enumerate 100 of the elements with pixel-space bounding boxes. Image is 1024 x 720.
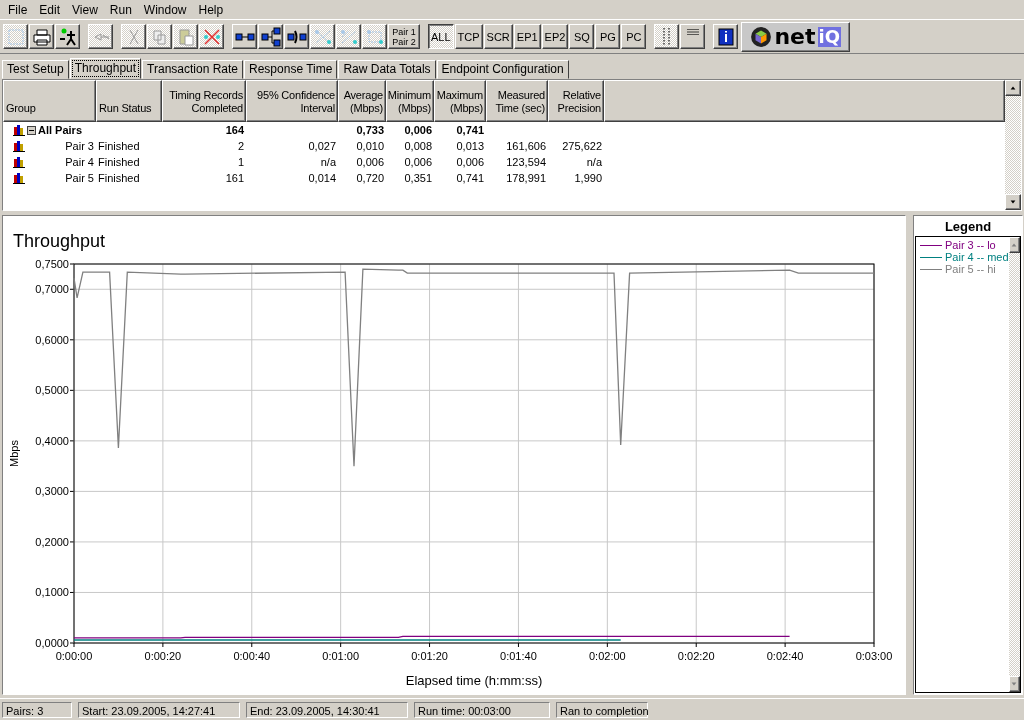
table-cell: 0,741 <box>456 172 484 184</box>
y-axis-title: Mbps <box>8 440 20 467</box>
table-cell: 275,622 <box>562 140 602 152</box>
table-cell: 178,991 <box>506 172 546 184</box>
x-tick-label: 0:01:00 <box>322 650 359 662</box>
tab[interactable]: Raw Data Totals <box>338 60 436 79</box>
print-button[interactable] <box>29 24 54 49</box>
filter-button[interactable]: TCP <box>454 24 483 49</box>
tab[interactable]: Response Time <box>244 60 338 79</box>
arrow-icon <box>1010 680 1019 688</box>
y-tick-label: 0,6000 <box>35 333 69 346</box>
tree-icon <box>260 26 281 47</box>
bar-chart-icon <box>13 172 25 184</box>
table-cell: 2 <box>237 140 244 152</box>
group-name: All Pairs <box>38 124 83 136</box>
table-cell: 161 <box>225 172 244 184</box>
status-pane: Ran to completion <box>556 701 648 718</box>
y-tick-label: 0,0000 <box>35 637 69 649</box>
tab[interactable]: Test Setup <box>2 60 69 79</box>
pair-name: Pair 4 <box>65 156 94 168</box>
table-cell: 0,013 <box>456 140 484 152</box>
connection-button[interactable] <box>284 24 309 49</box>
x-tick-label: 0:02:00 <box>589 650 626 662</box>
table-cell: 0,008 <box>404 140 432 152</box>
bar-chart-icon <box>13 124 25 136</box>
table-cell: n/a <box>320 156 336 168</box>
column-header[interactable]: Measured Time (sec) <box>486 80 548 122</box>
table-cell: 0,006 <box>456 156 484 168</box>
expand-toggle[interactable] <box>27 125 36 135</box>
bar-chart-icon <box>13 156 25 168</box>
menu-item[interactable]: Window <box>137 2 193 17</box>
table-cell: 0,010 <box>356 140 384 152</box>
table-cell: 1 <box>237 156 244 168</box>
cube-icon <box>750 25 773 48</box>
table-cell: 0,014 <box>308 172 336 184</box>
menu-item[interactable]: Help <box>192 2 230 17</box>
x-tick-label: 0:02:40 <box>766 650 804 662</box>
y-tick-label: 0,3000 <box>35 485 69 498</box>
column-header[interactable]: Maximum (Mbps) <box>434 80 486 122</box>
x-axis-title: Elapsed time (h:mm:ss) <box>405 673 543 688</box>
table-cell: 0,027 <box>308 140 336 152</box>
status-pane: Pairs: 3 <box>2 701 72 718</box>
runner-button[interactable] <box>55 24 80 49</box>
table-cell: 123,594 <box>506 156 546 168</box>
tab[interactable]: Endpoint Configuration <box>436 60 569 79</box>
pair-link-button[interactable] <box>232 24 257 49</box>
y-tick-label: 0,1000 <box>35 586 69 599</box>
bar-chart-icon <box>13 140 25 152</box>
x-tick-label: 0:00:20 <box>144 650 182 662</box>
legend-label: Pair 5 -- hi <box>945 263 996 275</box>
pair-name: Pair 5 <box>65 172 94 184</box>
pair-name: Pair 3 <box>65 140 94 152</box>
table-cell: 161,606 <box>506 140 546 152</box>
scrollbar[interactable] <box>1008 237 1020 692</box>
table-cell: Finished <box>98 140 140 152</box>
arrow-icon <box>1009 84 1017 92</box>
menu-item[interactable]: File <box>2 2 34 17</box>
y-tick-label: 0,5000 <box>35 384 69 397</box>
x-tick-label: 0:01:20 <box>411 650 448 662</box>
x-tick-label: 0:03:00 <box>855 650 893 662</box>
delete-icon <box>201 26 222 47</box>
scrollbar[interactable] <box>1005 80 1021 210</box>
table-cell: 0,741 <box>456 124 484 136</box>
column-header[interactable]: Timing Records Completed <box>162 80 246 122</box>
x-tick-label: 0:00:40 <box>233 650 271 662</box>
legend-label: Pair 4 -- med <box>945 251 1009 263</box>
tab[interactable]: Transaction Rate <box>142 60 244 79</box>
column-header[interactable]: 95% Confidence Interval <box>246 80 338 122</box>
table-cell: n/a <box>586 156 602 168</box>
menu-item[interactable]: Run <box>103 2 138 17</box>
tab[interactable]: Throughput <box>69 58 142 79</box>
table-cell: Finished <box>98 172 140 184</box>
status-pane: Start: 23.09.2005, 14:27:41 <box>78 701 240 718</box>
column-header[interactable]: Average (Mbps) <box>338 80 386 122</box>
lines-button[interactable] <box>680 24 706 49</box>
filter-button[interactable]: PC <box>621 24 647 49</box>
x-tick-label: 0:02:20 <box>677 650 715 662</box>
column-header[interactable]: Run Status <box>96 80 162 122</box>
filter-button[interactable]: EP1 <box>513 24 541 49</box>
menu-item[interactable]: Edit <box>33 2 67 17</box>
column-header[interactable]: Group <box>3 80 96 122</box>
filter-button[interactable]: SQ <box>569 24 595 49</box>
filter-button[interactable]: ALL <box>428 24 454 49</box>
chart-title: Throughput <box>13 231 106 251</box>
print-icon <box>31 26 52 47</box>
x-tick-label: 0:01:40 <box>500 650 537 662</box>
menu-item[interactable]: View <box>66 2 104 17</box>
column-header[interactable]: Relative Precision <box>548 80 604 122</box>
y-tick-label: 0,7500 <box>35 258 69 270</box>
tree-button[interactable] <box>258 24 283 49</box>
runner-icon <box>57 26 78 47</box>
filter-button[interactable]: Pair 1 Pair 2 <box>388 24 420 49</box>
filter-button[interactable]: PG <box>595 24 621 49</box>
logo: net iQ <box>741 21 850 52</box>
table-cell: 0,006 <box>356 156 384 168</box>
column-header[interactable]: Minimum (Mbps) <box>386 80 434 122</box>
info-button[interactable] <box>713 24 739 49</box>
table-cell: 0,733 <box>356 124 384 136</box>
filter-button[interactable]: SCR <box>483 24 513 49</box>
filter-button[interactable]: EP2 <box>541 24 569 49</box>
